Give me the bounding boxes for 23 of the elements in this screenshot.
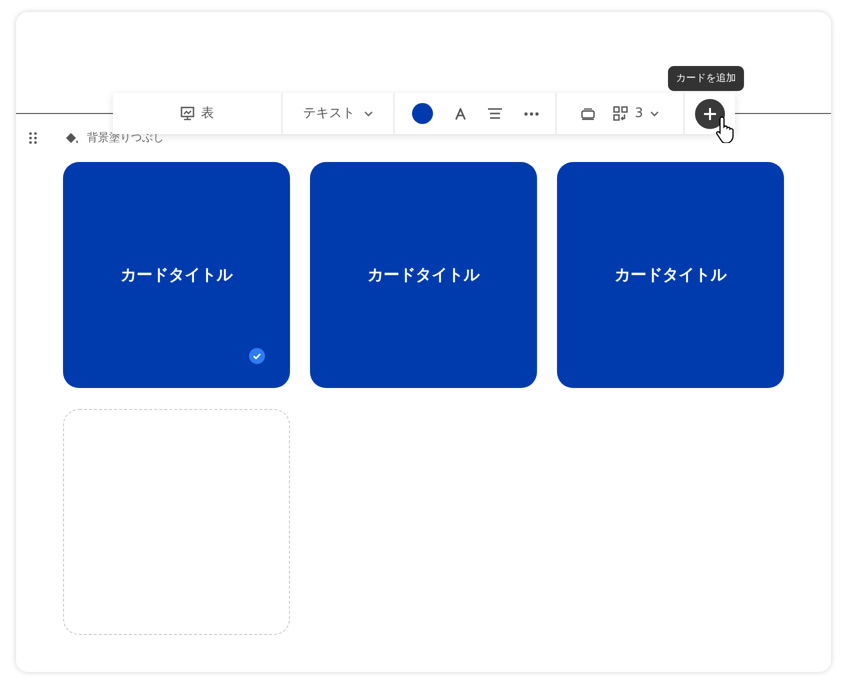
card-title: カードタイトル bbox=[368, 264, 480, 286]
columns-dropdown[interactable]: 3 bbox=[612, 104, 660, 124]
align-icon[interactable] bbox=[488, 108, 502, 119]
card-style-icon[interactable] bbox=[580, 108, 595, 120]
text-color-icon[interactable] bbox=[454, 108, 466, 120]
tooltip: カードを追加 bbox=[668, 66, 744, 91]
plus-icon bbox=[703, 106, 717, 120]
add-card-button[interactable] bbox=[695, 98, 725, 128]
text-style-dropdown[interactable]: テキスト bbox=[303, 104, 373, 124]
drag-handle-icon[interactable] bbox=[29, 132, 37, 144]
chevron-down-icon bbox=[364, 110, 373, 116]
chevron-down-icon bbox=[650, 110, 660, 116]
table-view-button[interactable]: 表 bbox=[180, 104, 214, 124]
color-swatch[interactable] bbox=[412, 103, 432, 124]
more-icon[interactable] bbox=[524, 112, 538, 116]
card[interactable]: カードタイトル bbox=[63, 162, 290, 388]
card[interactable]: カードタイトル bbox=[557, 162, 784, 388]
grid-icon bbox=[612, 106, 628, 121]
card-title: カードタイトル bbox=[120, 264, 232, 286]
card[interactable]: カードタイトル bbox=[310, 162, 537, 388]
paint-bucket-icon[interactable] bbox=[65, 132, 79, 144]
card-title: カードタイトル bbox=[614, 264, 726, 286]
presentation-icon bbox=[180, 106, 195, 121]
